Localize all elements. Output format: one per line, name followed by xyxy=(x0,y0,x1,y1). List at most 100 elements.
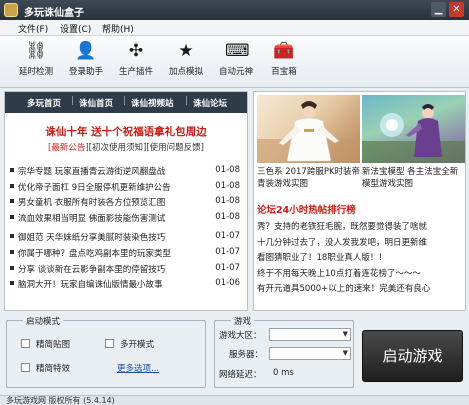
hot-post-item[interactable]: 有开元道具5000+以上的速来！完美还有良心 xyxy=(257,282,463,298)
game-group: 游戏 游戏大区： ▼ 服务器： ▼ 网络延迟： 0 ms xyxy=(214,315,354,388)
news-title[interactable]: 流血效果相当明显 佛面影技能伤害测试 xyxy=(18,212,208,224)
minimize-button[interactable]: ▁ xyxy=(431,2,446,17)
nav-link-zhuxian-home[interactable]: 诛仙首页 xyxy=(79,97,113,109)
nav-link-duowan-home[interactable]: 多玩首页 xyxy=(27,97,61,109)
ping-label: 网络延迟： xyxy=(219,370,262,380)
window-title: 多玩诛仙盒子 xyxy=(24,8,84,19)
bullet-icon xyxy=(10,249,14,254)
news-date: 01-08 xyxy=(215,211,240,222)
list-item[interactable]: 宗华专题 玩家直播青云游街逆风翻盘战 01-08 xyxy=(10,164,242,180)
copyright-text: 多玩游戏网 版权所有 (5.4.14) xyxy=(6,396,115,405)
more-options-link[interactable]: 更多选项... xyxy=(117,362,159,374)
news-title[interactable]: 宗华专题 玩家直播青云游街逆风翻盘战 xyxy=(18,165,208,177)
hot-post-item[interactable]: 十几分钟过去了，没人发我发吧，明日更新维 xyxy=(257,236,463,252)
promo-links: [最新公告][初次使用须知][使用问题反馈] xyxy=(5,141,247,153)
news-panel: 多玩首页 | 诛仙首页 | 诛仙视频站 | 诛仙论坛 诛仙十年 送十个祝福语拿礼… xyxy=(4,91,248,311)
bullet-icon xyxy=(10,265,14,270)
menu-help[interactable]: 帮助(H) xyxy=(102,22,134,35)
puzzle-icon: ✣ xyxy=(128,41,144,61)
simple-texture-label: 精简贴图 xyxy=(36,340,71,350)
news-date: 01-07 xyxy=(215,231,240,242)
simple-texture-checkbox[interactable] xyxy=(21,339,30,348)
auto-spirit-button[interactable]: ⌨ 自动元神 xyxy=(214,40,258,86)
news-title[interactable]: 优化帝子面杠 9日全服停机更新维护公告 xyxy=(18,181,208,193)
menu-file[interactable]: 文件(F) xyxy=(18,22,48,35)
news-date: 01-07 xyxy=(215,246,240,257)
character-magic-weapon-image[interactable] xyxy=(362,95,465,163)
list-item[interactable]: 分享 谈谈新在云影争副本里的停留技巧 01-07 xyxy=(10,262,242,278)
region-select[interactable]: ▼ xyxy=(269,328,351,341)
latency-check-button[interactable]: ⛓ 延时检测 xyxy=(14,40,58,86)
game-group-title: 游戏 xyxy=(231,315,255,327)
news-title[interactable]: 御姐范 天华妹纸分享美腻时装染色技巧 xyxy=(18,231,208,243)
list-item[interactable]: 优化帝子面杠 9日全服停机更新维护公告 01-08 xyxy=(10,180,242,196)
white-robed-hero-image[interactable] xyxy=(257,95,360,163)
login-helper-button[interactable]: 👤 登录助手 xyxy=(64,40,108,86)
plug-icon: ⛓ xyxy=(25,41,47,61)
bullet-icon xyxy=(10,183,14,188)
thumb-caption-outfit[interactable]: 三色系 2017跨服PK时装帝青装游戏实图 xyxy=(257,166,361,190)
nav-link-forum[interactable]: 诛仙论坛 xyxy=(193,97,227,109)
thumb-caption-weapon[interactable]: 新法宝模型 各主法宝全新模型游戏实图 xyxy=(362,166,466,190)
promo-title[interactable]: 诛仙十年 送十个祝福语拿礼包周边 xyxy=(5,124,247,139)
hot-posts-list: 秀？支持的老铁狂毛腕，既然要觉得装了啥就 十几分钟过去了，没人发我发吧，明日更新… xyxy=(257,220,463,298)
ping-value: 0 ms xyxy=(273,368,294,378)
tool-label: 延时检测 xyxy=(18,67,53,77)
bullet-icon xyxy=(10,199,14,204)
nav-link-video[interactable]: 诛仙视频站 xyxy=(131,97,174,109)
list-item[interactable]: 你属于哪种？盘点吃鸡副本里的玩家类型 01-07 xyxy=(10,246,242,262)
bullet-icon xyxy=(10,281,14,286)
launch-mode-title: 启动模式 xyxy=(23,315,64,327)
list-item[interactable]: 男女童机 衣服所有时装各方位预览汇图 01-08 xyxy=(10,195,242,211)
first-use-link[interactable]: [初次使用须知] xyxy=(89,143,147,153)
launch-game-button[interactable]: 启动游戏 xyxy=(362,330,463,382)
simple-effects-checkbox[interactable] xyxy=(21,363,30,372)
launch-mode-group: 启动模式 精简贴图 多开模式 精简特效 更多选项... xyxy=(6,315,206,388)
hot-post-item[interactable]: 秀？支持的老铁狂毛腕，既然要觉得装了啥就 xyxy=(257,220,463,236)
hot-post-item[interactable]: 终于不用每天晚上10点打着连花榜了～～～ xyxy=(257,267,463,283)
news-title[interactable]: 男女童机 衣服所有时装各方位预览汇图 xyxy=(18,196,208,208)
latest-notice-link[interactable]: [最新公告] xyxy=(48,143,89,153)
list-item[interactable]: 流血效果相当明显 佛面影技能伤害测试 01-08 xyxy=(10,211,242,227)
bullet-icon xyxy=(10,234,14,239)
news-date: 01-08 xyxy=(215,180,240,191)
keyboard-icon: ⌨ xyxy=(225,41,250,61)
server-label: 服务器： xyxy=(229,350,264,360)
title-bar: 多玩诛仙盒子 ▁ ✕ xyxy=(0,0,469,20)
nav-separator: | xyxy=(71,96,74,106)
news-title[interactable]: 脑洞大开！玩家自编诛仙版情最小故事 xyxy=(18,278,208,290)
production-plugin-button[interactable]: ✣ 生产插件 xyxy=(114,40,158,86)
tool-label: 生产插件 xyxy=(118,67,153,77)
menu-settings[interactable]: 设置(C) xyxy=(60,22,91,35)
hero-figure-illustration xyxy=(257,101,360,163)
tool-label: 百宝箱 xyxy=(271,67,297,77)
news-date: 01-08 xyxy=(215,165,240,175)
simple-effects-label: 精简特效 xyxy=(36,364,71,374)
media-panel: 三色系 2017跨服PK时装帝青装游戏实图 新法宝模型 各主法宝全新模型游戏实图… xyxy=(253,91,466,311)
toolbar: ⛓ 延时检测 👤 登录助手 ✣ 生产插件 ★ 加点模拟 ⌨ 自动元神 🧰 百宝箱 xyxy=(0,36,469,88)
multi-open-checkbox[interactable] xyxy=(105,339,114,348)
toolbox-button[interactable]: 🧰 百宝箱 xyxy=(264,40,304,86)
news-date: 01-06 xyxy=(215,278,240,289)
status-bar: 多玩游戏网 版权所有 (5.4.14) xyxy=(0,395,469,405)
news-title[interactable]: 你属于哪种？盘点吃鸡副本里的玩家类型 xyxy=(18,247,208,259)
stat-simulator-button[interactable]: ★ 加点模拟 xyxy=(164,40,208,86)
tool-label: 加点模拟 xyxy=(168,67,203,77)
server-select[interactable]: ▼ xyxy=(269,347,351,360)
close-button[interactable]: ✕ xyxy=(449,2,464,17)
list-item[interactable]: 御姐范 天华妹纸分享美腻时装染色技巧 01-07 xyxy=(10,230,242,246)
toolbox-icon: 🧰 xyxy=(273,41,295,61)
tool-label: 自动元神 xyxy=(218,67,253,77)
news-date: 01-07 xyxy=(215,262,240,273)
list-item[interactable]: 脑洞大开！玩家自编诛仙版情最小故事 01-06 xyxy=(10,277,242,293)
chevron-down-icon: ▼ xyxy=(342,330,348,338)
nav-separator: | xyxy=(123,96,126,106)
hot-post-item[interactable]: 看图猜职业了！18职业真人版！！ xyxy=(257,251,463,267)
menu-bar: 文件(F) 设置(C) 帮助(H) xyxy=(0,20,469,36)
star-plus-icon: ★ xyxy=(178,41,194,61)
news-date: 01-08 xyxy=(215,196,240,207)
news-nav: 多玩首页 | 诛仙首页 | 诛仙视频站 | 诛仙论坛 xyxy=(5,92,247,113)
news-title[interactable]: 分享 谈谈新在云影争副本里的停留技巧 xyxy=(18,263,208,275)
magic-weapon-illustration xyxy=(362,104,465,163)
feedback-link[interactable]: [使用问题反馈] xyxy=(146,143,204,153)
